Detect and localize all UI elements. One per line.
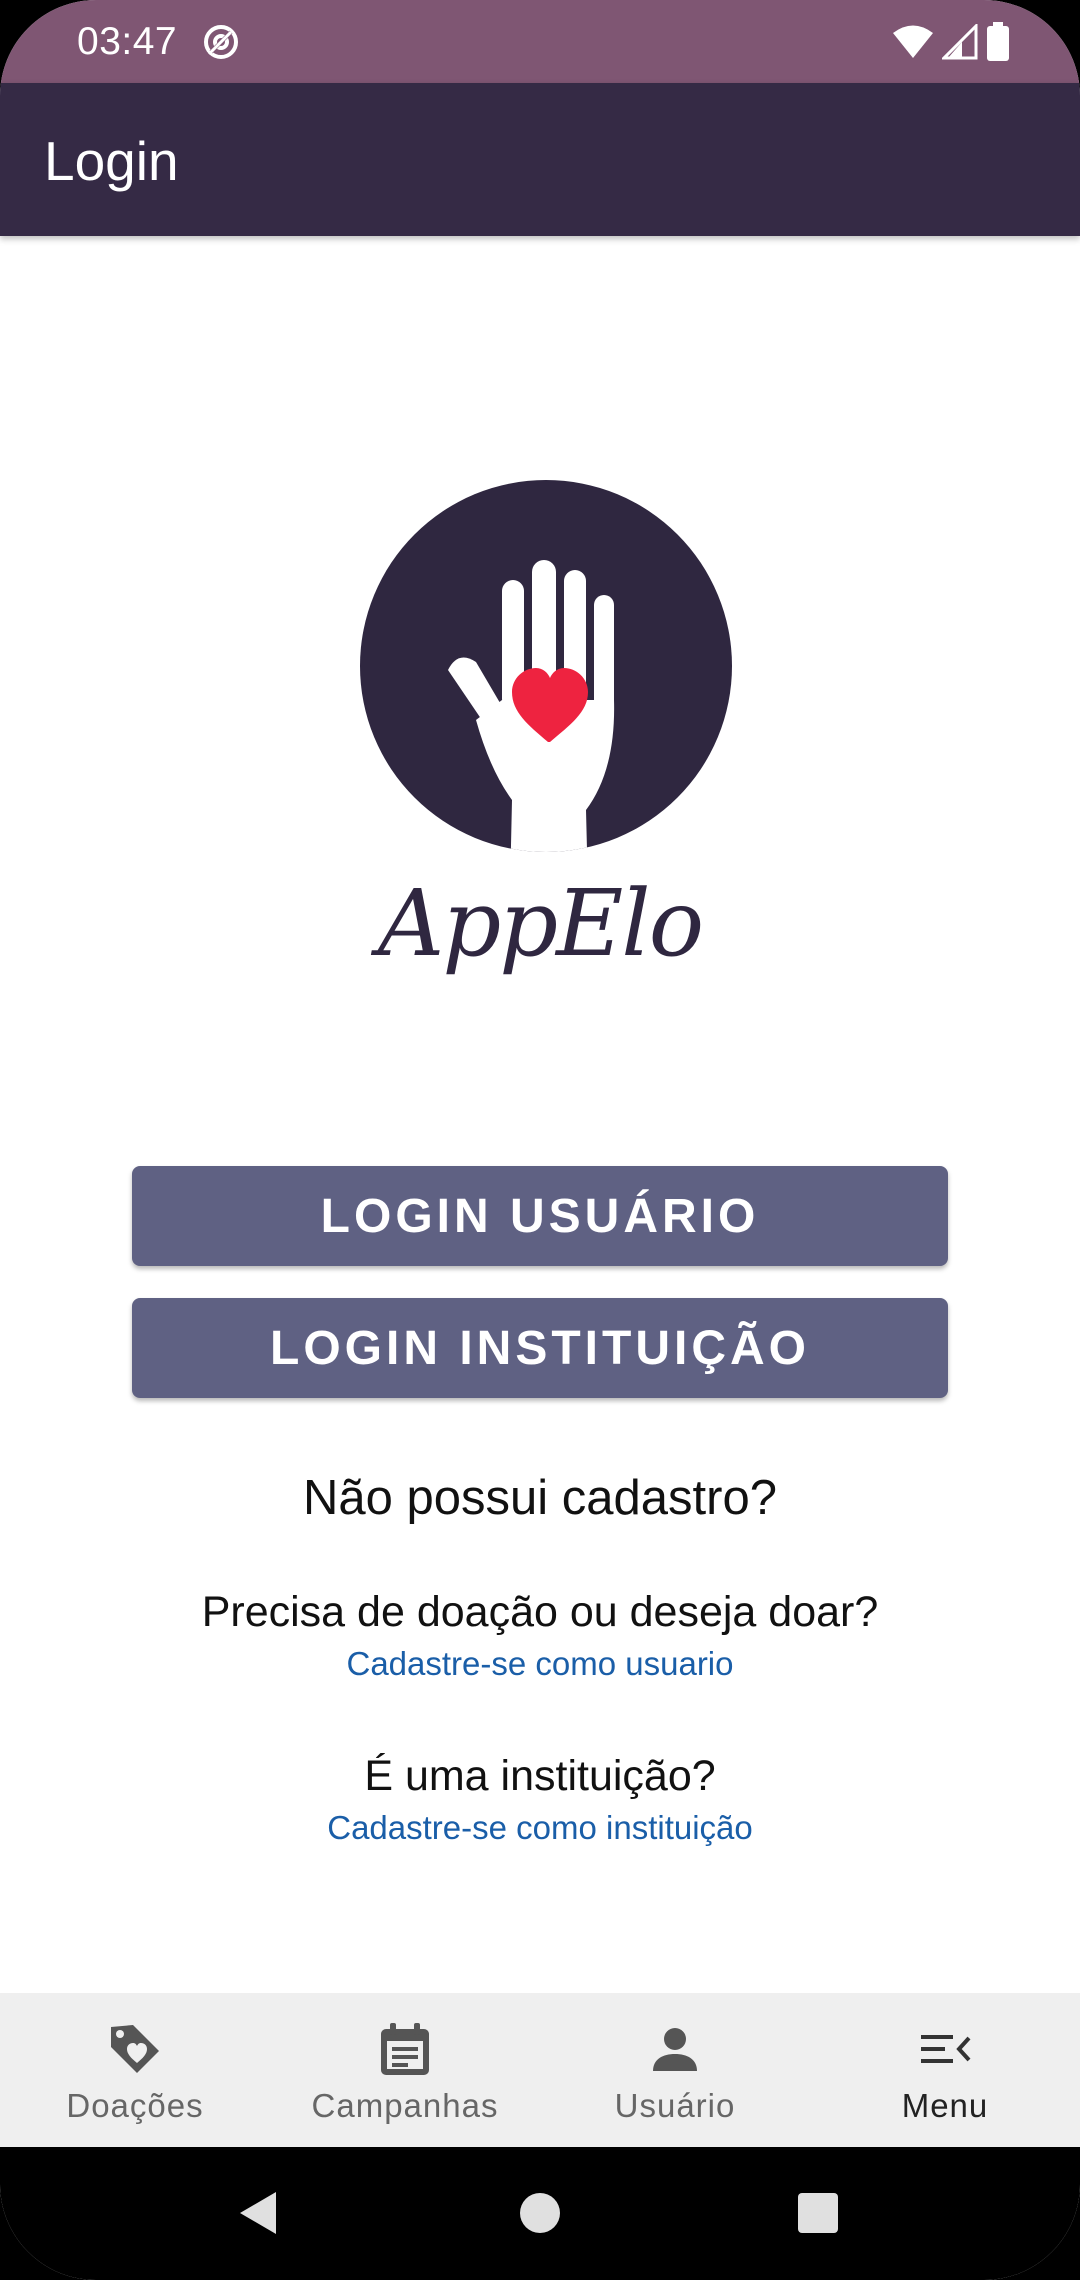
person-icon xyxy=(653,2028,697,2071)
app-logo: AppElo xyxy=(340,470,740,1030)
nav-label-menu: Menu xyxy=(901,2087,989,2124)
status-icons xyxy=(892,22,1010,62)
wifi-icon xyxy=(893,25,933,58)
login-user-button[interactable]: LOGIN USUÁRIO xyxy=(132,1166,948,1266)
institution-signup-link-text[interactable]: Cadastre-se como instituição xyxy=(327,1809,753,1846)
home-icon[interactable] xyxy=(518,2191,562,2235)
nav-item-campanhas[interactable]: Campanhas xyxy=(270,1993,540,2147)
recents-icon[interactable] xyxy=(796,2191,840,2235)
user-signup-prompt: Precisa de doação ou deseja doar? xyxy=(201,1588,879,1636)
user-signup-link-text[interactable]: Cadastre-se como usuario xyxy=(346,1645,733,1682)
status-bar: 03:47 xyxy=(0,0,1080,83)
nav-label-usuario: Usuário xyxy=(614,2087,736,2124)
app-bar: Login xyxy=(0,83,1080,236)
phone-screen: 03:47 Login AppElo LOGIN USUÁRIO LOGIN I… xyxy=(0,0,1080,2280)
signal-icon xyxy=(942,24,978,60)
logo-text: AppElo xyxy=(377,870,704,977)
calendar-icon xyxy=(381,2023,429,2075)
heart-tag-icon xyxy=(111,2025,159,2073)
bottom-navigation: Doações Campanhas Usuário Menu xyxy=(0,1993,1080,2147)
menu-open-icon xyxy=(921,2035,971,2063)
hand-heart-logo xyxy=(360,480,732,852)
back-icon[interactable] xyxy=(236,2188,280,2238)
at-sign-icon xyxy=(204,25,238,59)
nav-label-campanhas: Campanhas xyxy=(311,2087,499,2124)
page-title: Login xyxy=(44,130,179,192)
nav-item-usuario[interactable]: Usuário xyxy=(540,1993,810,2147)
login-institution-button[interactable]: LOGIN INSTITUIÇÃO xyxy=(132,1298,948,1398)
system-navigation-bar xyxy=(0,2147,1080,2280)
nav-label-doacoes: Doações xyxy=(66,2087,204,2124)
no-account-question: Não possui cadastro? xyxy=(303,1471,777,1525)
battery-icon xyxy=(987,22,1009,61)
nav-item-menu[interactable]: Menu xyxy=(810,1993,1080,2147)
institution-signup-link: Cadastre-se como instituição xyxy=(0,1809,1080,1847)
nav-item-doacoes[interactable]: Doações xyxy=(0,1993,270,2147)
institution-signup-prompt: É uma instituição? xyxy=(364,1752,716,1800)
status-time: 03:47 xyxy=(77,20,178,63)
user-signup-link: Cadastre-se como usuario xyxy=(0,1645,1080,1683)
